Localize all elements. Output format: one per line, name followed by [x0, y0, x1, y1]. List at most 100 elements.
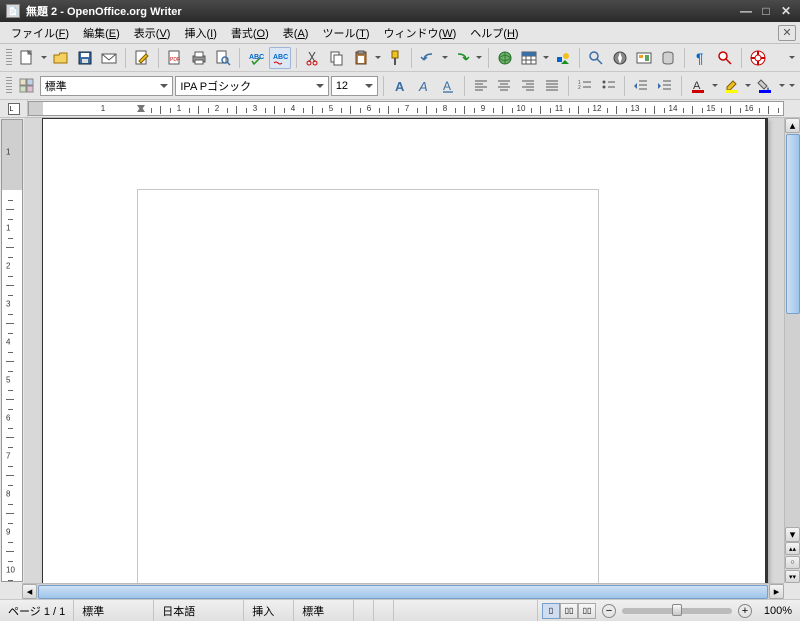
- maximize-button[interactable]: □: [758, 4, 774, 18]
- italic-button[interactable]: A: [413, 75, 435, 97]
- background-color-dropdown[interactable]: [778, 75, 786, 97]
- toolbar-overflow[interactable]: [788, 47, 796, 69]
- align-center-button[interactable]: [494, 75, 516, 97]
- status-insert-mode[interactable]: 挿入: [244, 600, 294, 621]
- vertical-scrollbar[interactable]: ▴ ▾ ▴▴ ○ ▾▾: [784, 118, 800, 583]
- font-size-combo[interactable]: 12: [331, 76, 379, 96]
- new-dropdown[interactable]: [40, 47, 48, 69]
- minimize-button[interactable]: —: [738, 4, 754, 18]
- zoom-out-button[interactable]: −: [602, 604, 616, 618]
- gallery-button[interactable]: [633, 47, 655, 69]
- menu-format[interactable]: 書式(O): [224, 23, 276, 43]
- print-preview-button[interactable]: [212, 47, 234, 69]
- scroll-right-button[interactable]: ▸: [769, 584, 784, 599]
- format-paintbrush-button[interactable]: [384, 47, 406, 69]
- auto-spellcheck-button[interactable]: ABC: [269, 47, 291, 69]
- document-canvas[interactable]: [24, 118, 784, 583]
- status-language[interactable]: 日本語: [154, 600, 244, 621]
- bullet-list-button[interactable]: [598, 75, 620, 97]
- edit-file-button[interactable]: [131, 47, 153, 69]
- status-style[interactable]: 標準: [74, 600, 154, 621]
- paste-button[interactable]: [350, 47, 372, 69]
- table-dropdown[interactable]: [542, 47, 550, 69]
- zoom-percent[interactable]: 100%: [754, 600, 800, 621]
- scroll-left-button[interactable]: ◂: [22, 584, 37, 599]
- menu-insert[interactable]: 挿入(I): [177, 23, 223, 43]
- decrease-indent-button[interactable]: [630, 75, 652, 97]
- print-button[interactable]: [188, 47, 210, 69]
- new-button[interactable]: [16, 47, 38, 69]
- increase-indent-button[interactable]: [654, 75, 676, 97]
- toolbar-overflow[interactable]: [788, 75, 796, 97]
- next-page-button[interactable]: ▾▾: [785, 570, 800, 583]
- paste-dropdown[interactable]: [374, 47, 382, 69]
- undo-button[interactable]: [417, 47, 439, 69]
- copy-button[interactable]: [326, 47, 348, 69]
- status-signature[interactable]: [354, 600, 374, 621]
- redo-dropdown[interactable]: [475, 47, 483, 69]
- view-single-page-button[interactable]: ▯: [542, 603, 560, 619]
- vscroll-thumb[interactable]: [786, 134, 800, 314]
- hyperlink-button[interactable]: [494, 47, 516, 69]
- font-color-dropdown[interactable]: [711, 75, 719, 97]
- nonprinting-chars-button[interactable]: ¶: [690, 47, 712, 69]
- menu-window[interactable]: ウィンドウ(W): [377, 23, 464, 43]
- window-title: 無題 2 - OpenOffice.org Writer: [26, 3, 182, 19]
- data-sources-button[interactable]: [657, 47, 679, 69]
- zoom-button[interactable]: [714, 47, 736, 69]
- scroll-down-button[interactable]: ▾: [785, 527, 800, 542]
- tab-stop-indicator[interactable]: L: [0, 100, 28, 118]
- horizontal-ruler[interactable]: 1123456789101112131415161718: [28, 101, 784, 116]
- menu-help[interactable]: ヘルプ(H): [463, 23, 525, 43]
- highlight-color-button[interactable]: [721, 75, 743, 97]
- zoom-in-button[interactable]: +: [738, 604, 752, 618]
- vertical-ruler[interactable]: 112345678910: [1, 119, 23, 582]
- font-color-button[interactable]: A: [687, 75, 709, 97]
- paragraph-style-combo[interactable]: 標準: [40, 76, 174, 96]
- save-button[interactable]: [74, 47, 96, 69]
- align-right-button[interactable]: [517, 75, 539, 97]
- help-button[interactable]: [747, 47, 769, 69]
- justify-button[interactable]: [541, 75, 563, 97]
- align-left-button[interactable]: [470, 75, 492, 97]
- styles-window-button[interactable]: [16, 75, 38, 97]
- hscroll-thumb[interactable]: [38, 585, 768, 599]
- menu-view[interactable]: 表示(V): [127, 23, 178, 43]
- navigator-button[interactable]: [609, 47, 631, 69]
- numbered-list-button[interactable]: 12: [574, 75, 596, 97]
- view-multi-page-button[interactable]: ▯▯: [560, 603, 578, 619]
- toolbar-grip[interactable]: [6, 77, 12, 95]
- view-book-button[interactable]: ▯▯: [578, 603, 596, 619]
- show-draw-button[interactable]: [552, 47, 574, 69]
- open-button[interactable]: [50, 47, 72, 69]
- prev-page-button[interactable]: ▴▴: [785, 542, 800, 555]
- status-modified[interactable]: [374, 600, 394, 621]
- find-button[interactable]: [585, 47, 607, 69]
- navigation-button[interactable]: ○: [785, 556, 800, 569]
- redo-button[interactable]: [451, 47, 473, 69]
- horizontal-scrollbar[interactable]: ◂ ▸: [22, 583, 784, 599]
- menu-edit[interactable]: 編集(E): [76, 23, 127, 43]
- spellcheck-button[interactable]: ABC: [245, 47, 267, 69]
- close-button[interactable]: ✕: [778, 4, 794, 18]
- status-info: [394, 600, 538, 621]
- status-page[interactable]: ページ 1 / 1: [0, 600, 74, 621]
- menu-file[interactable]: ファイル(F): [4, 23, 76, 43]
- status-selection-mode[interactable]: 標準: [294, 600, 354, 621]
- zoom-slider[interactable]: [622, 608, 732, 614]
- highlight-color-dropdown[interactable]: [744, 75, 752, 97]
- font-name-combo[interactable]: IPA Pゴシック: [175, 76, 328, 96]
- table-button[interactable]: [518, 47, 540, 69]
- undo-dropdown[interactable]: [441, 47, 449, 69]
- toolbar-grip[interactable]: [6, 49, 12, 67]
- scroll-up-button[interactable]: ▴: [785, 118, 800, 133]
- export-pdf-button[interactable]: PDF: [164, 47, 186, 69]
- bold-button[interactable]: A: [389, 75, 411, 97]
- underline-button[interactable]: A: [437, 75, 459, 97]
- menu-table[interactable]: 表(A): [276, 23, 316, 43]
- document-close-button[interactable]: ✕: [778, 25, 796, 41]
- email-button[interactable]: [98, 47, 120, 69]
- menu-tools[interactable]: ツール(T): [315, 23, 376, 43]
- cut-button[interactable]: [302, 47, 324, 69]
- background-color-button[interactable]: [754, 75, 776, 97]
